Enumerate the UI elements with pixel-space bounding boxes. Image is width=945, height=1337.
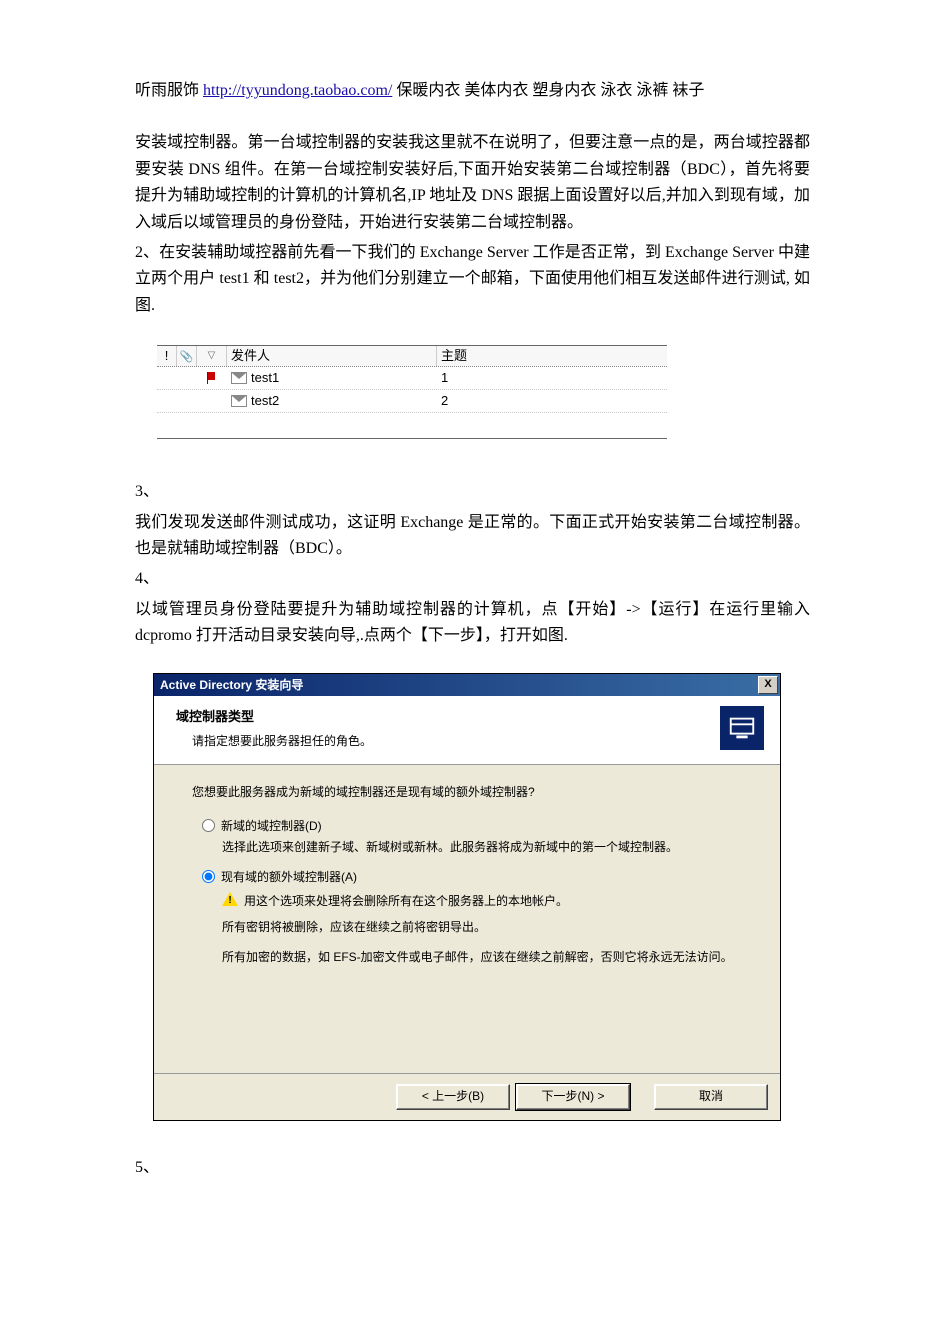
paragraph-3b: 我们发现发送邮件测试成功，这证明 Exchange 是正常的。下面正式开始安装第… — [135, 510, 810, 563]
next-button[interactable]: 下一步(N) > — [516, 1084, 630, 1110]
wizard-header-title: 域控制器类型 — [176, 706, 372, 727]
paperclip-icon — [180, 345, 194, 366]
warning-text: 用这个选项来处理将会删除所有在这个服务器上的本地帐户。 — [244, 892, 568, 912]
wizard-header-icon — [720, 706, 764, 750]
header-link[interactable]: http://tyyundong.taobao.com/ — [203, 82, 392, 99]
warning-icon — [222, 892, 238, 906]
envelope-icon — [231, 395, 247, 407]
radio-new-domain-input[interactable] — [202, 819, 215, 832]
opt2-line2: 所有密钥将被删除，应该在继续之前将密钥导出。 — [222, 918, 750, 936]
wizard-title: Active Directory 安装向导 — [160, 676, 303, 696]
body-text-2: 3、 我们发现发送邮件测试成功，这证明 Exchange 是正常的。下面正式开始… — [135, 479, 810, 649]
paragraph-1: 安装域控制器。第一台域控制器的安装我这里就不在说明了，但要注意一点的是，两台域控… — [135, 130, 810, 236]
sender-cell: test2 — [251, 390, 279, 411]
col-flag[interactable]: ▽ — [197, 346, 227, 366]
radio-existing-domain[interactable]: 现有域的额外域控制器(A) — [202, 868, 750, 888]
back-button[interactable]: < 上一步(B) — [396, 1084, 510, 1110]
sender-cell: test1 — [251, 367, 279, 388]
col-subject-header[interactable]: 主题 — [437, 346, 667, 366]
warning-row: 用这个选项来处理将会删除所有在这个服务器上的本地帐户。 — [222, 892, 750, 912]
sort-icon: ▽ — [208, 348, 216, 365]
page-header: 听雨服饰 http://tyyundong.taobao.com/ 保暖内衣 美… — [135, 78, 810, 104]
paragraph-4b: 以域管理员身份登陆要提升为辅助域控制器的计算机，点【开始】->【运行】在运行里输… — [135, 597, 810, 650]
radio-existing-domain-label: 现有域的额外域控制器(A) — [221, 868, 357, 888]
opt2-line3: 所有加密的数据，如 EFS-加密文件或电子邮件，应该在继续之前解密，否则它将永远… — [222, 948, 750, 966]
col-importance[interactable]: ! — [157, 346, 177, 366]
radio-new-domain[interactable]: 新域的域控制器(D) — [202, 817, 750, 837]
radio-new-domain-desc: 选择此选项来创建新子域、新域树或新林。此服务器将成为新域中的第一个域控制器。 — [222, 838, 750, 856]
paragraph-4a: 4、 — [135, 566, 810, 592]
flag-icon — [207, 372, 217, 384]
radio-existing-domain-input[interactable] — [202, 870, 215, 883]
col-attachment[interactable] — [177, 346, 197, 366]
envelope-icon — [231, 372, 247, 384]
wizard-footer: < 上一步(B) 下一步(N) > 取消 — [154, 1073, 780, 1120]
paragraph-5: 5、 — [135, 1155, 810, 1181]
paragraph-3a: 3、 — [135, 479, 810, 505]
cancel-button[interactable]: 取消 — [654, 1084, 768, 1110]
header-prefix: 听雨服饰 — [135, 82, 203, 99]
paragraph-2: 2、在安装辅助域控器前先看一下我们的 Exchange Server 工作是否正… — [135, 240, 810, 319]
document-page: 听雨服饰 http://tyyundong.taobao.com/ 保暖内衣 美… — [0, 0, 945, 1337]
wizard-titlebar[interactable]: Active Directory 安装向导 X — [154, 674, 780, 696]
mail-header-row: ! ▽ 发件人 主题 — [157, 346, 667, 367]
wizard-body: 您想要此服务器成为新域的域控制器还是现有域的额外域控制器? 新域的域控制器(D)… — [154, 765, 780, 1073]
wizard-header-subtitle: 请指定想要此服务器担任的角色。 — [176, 732, 372, 752]
mail-row[interactable]: test1 1 — [157, 367, 667, 390]
header-suffix: 保暖内衣 美体内衣 塑身内衣 泳衣 泳裤 袜子 — [392, 82, 704, 99]
body-text: 安装域控制器。第一台域控制器的安装我这里就不在说明了，但要注意一点的是，两台域控… — [135, 130, 810, 319]
radio-new-domain-label: 新域的域控制器(D) — [221, 817, 322, 837]
close-button[interactable]: X — [758, 676, 778, 694]
wizard-question: 您想要此服务器成为新域的域控制器还是现有域的额外域控制器? — [192, 783, 750, 803]
mail-row[interactable]: test2 2 — [157, 390, 667, 413]
ad-install-wizard: Active Directory 安装向导 X 域控制器类型 请指定想要此服务器… — [153, 673, 781, 1120]
wizard-header: 域控制器类型 请指定想要此服务器担任的角色。 — [154, 696, 780, 764]
body-text-3: 5、 — [135, 1155, 810, 1181]
subject-cell: 2 — [437, 390, 667, 412]
col-sender-header[interactable]: 发件人 — [227, 346, 437, 366]
subject-cell: 1 — [437, 367, 667, 389]
mail-list-figure: ! ▽ 发件人 主题 test1 1 test2 2 — [157, 345, 667, 439]
